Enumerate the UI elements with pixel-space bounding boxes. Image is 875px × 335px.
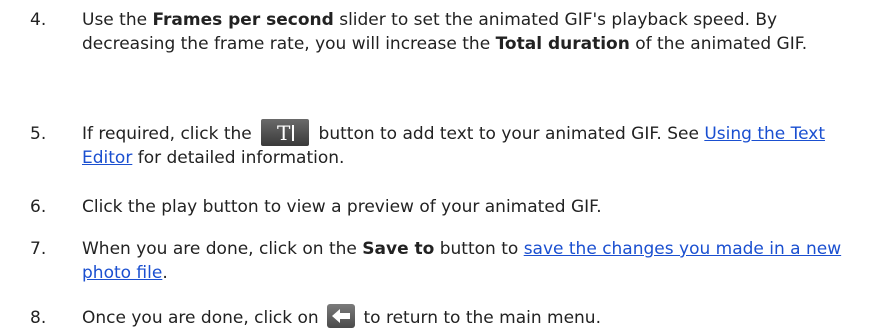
text-run: button to add text to your animated GIF.… — [313, 124, 705, 144]
text-run: for detailed information. — [132, 148, 345, 168]
back-arrow-icon — [327, 304, 356, 328]
bold-term-save-to: Save to — [362, 239, 435, 259]
step-number: 8. — [30, 308, 47, 328]
text-run: button to — [434, 239, 524, 259]
step-text: When you are done, click on the Save to … — [82, 237, 860, 285]
text-run: . — [162, 263, 168, 283]
bold-term-total-duration: Total duration — [495, 34, 630, 54]
step-text: If required, click the T button to add t… — [82, 118, 860, 170]
step-text: Use the Frames per second slider to set … — [82, 8, 860, 56]
text-run: If required, click the — [82, 124, 258, 144]
text-run: When you are done, click on the — [82, 239, 363, 259]
text-run: Once you are done, click on — [82, 308, 325, 328]
text-run: Click the play button to view a preview … — [82, 197, 602, 217]
step-number: 5. — [30, 124, 47, 144]
step-8: 8. Once you are done, click on to return… — [30, 304, 860, 330]
step-4: 4. Use the Frames per second slider to s… — [30, 8, 860, 56]
step-text: Click the play button to view a preview … — [82, 195, 860, 219]
step-5: 5. If required, click the T button to ad… — [30, 118, 860, 170]
step-text: Once you are done, click on to return to… — [82, 304, 860, 330]
step-6: 6. Click the play button to view a previ… — [30, 195, 860, 219]
text-run: of the animated GIF. — [629, 34, 808, 54]
step-number: 7. — [30, 239, 47, 259]
bold-term-frames-per-second: Frames per second — [152, 10, 334, 30]
step-7: 7. When you are done, click on the Save … — [30, 237, 860, 285]
text-tool-icon: T — [261, 118, 310, 146]
step-number: 4. — [30, 10, 47, 30]
help-document: 4. Use the Frames per second slider to s… — [0, 0, 875, 335]
text-run: Use the — [82, 10, 153, 30]
svg-text:T: T — [277, 121, 291, 145]
step-number: 6. — [30, 197, 47, 217]
text-run: to return to the main menu. — [358, 308, 602, 328]
